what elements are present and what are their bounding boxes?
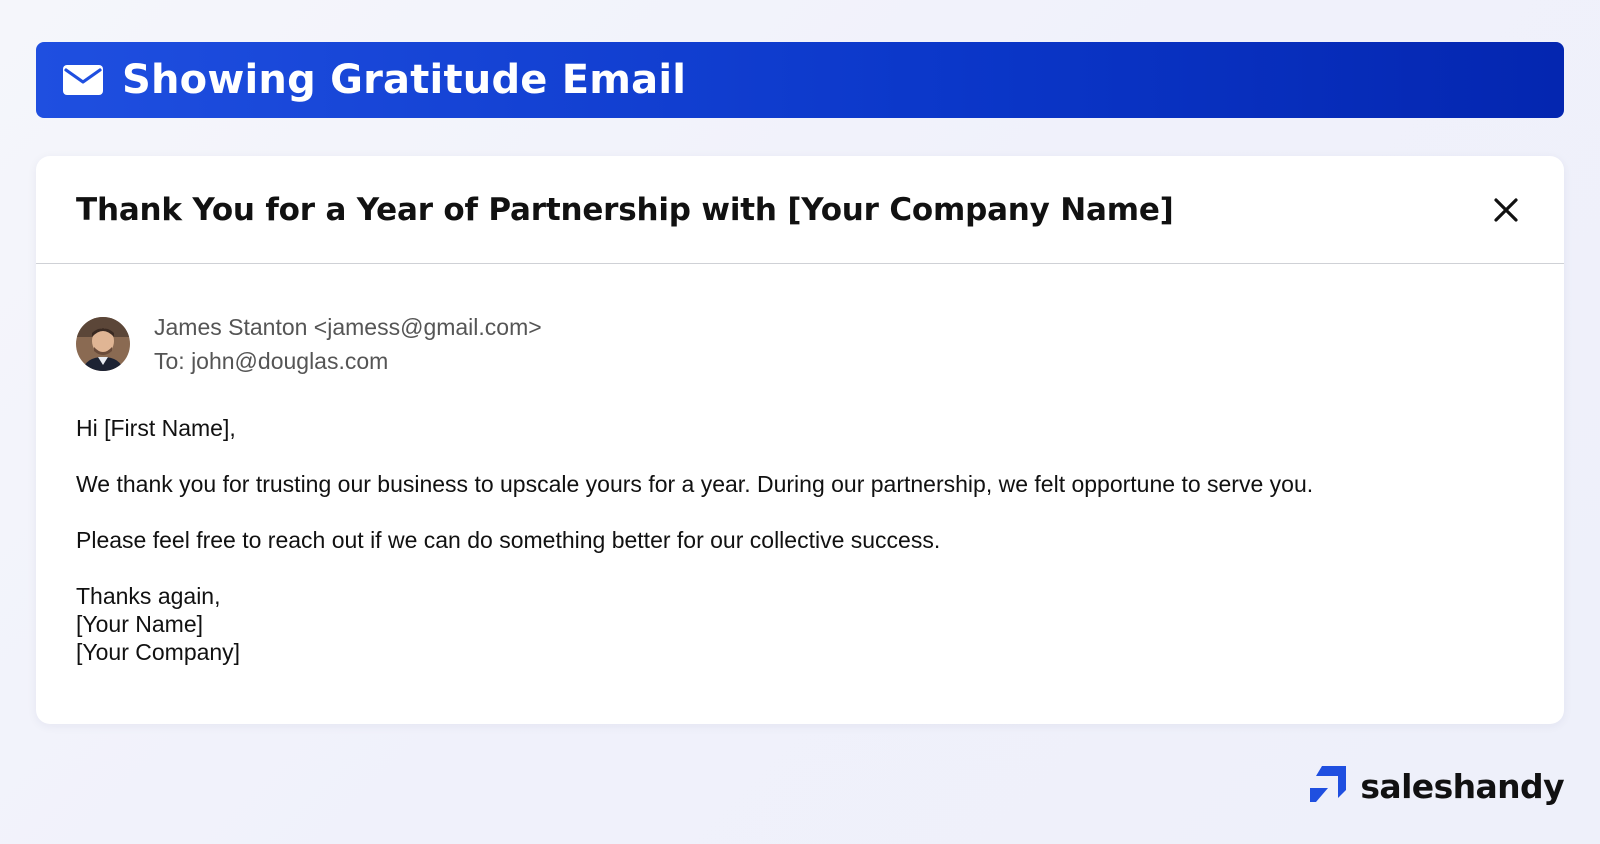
header-banner: Showing Gratitude Email — [36, 42, 1564, 118]
email-paragraph: Please feel free to reach out if we can … — [76, 527, 941, 553]
saleshandy-logo-icon — [1308, 764, 1348, 809]
signoff: Thanks again, — [76, 583, 221, 609]
page-title: Showing Gratitude Email — [122, 57, 687, 103]
email-paragraph: We thank you for trusting our business t… — [76, 471, 1314, 497]
brand-logo: saleshandy — [1308, 764, 1565, 809]
close-icon[interactable] — [1488, 192, 1524, 228]
avatar — [76, 317, 130, 371]
sender-info: James Stanton <jamess@gmail.com> To: joh… — [154, 310, 542, 378]
email-header: Thank You for a Year of Partnership with… — [36, 156, 1564, 264]
email-subject: Thank You for a Year of Partnership with… — [76, 191, 1174, 228]
mail-icon — [62, 64, 104, 96]
sender-address: James Stanton <jamess@gmail.com> — [154, 314, 542, 340]
email-signature: Thanks again, [Your Name] [Your Company] — [76, 582, 1524, 666]
sender-row: James Stanton <jamess@gmail.com> To: joh… — [36, 264, 1564, 378]
brand-name: saleshandy — [1360, 767, 1564, 806]
email-greeting: Hi [First Name], — [76, 415, 236, 441]
signature-name: [Your Name] — [76, 611, 203, 637]
email-body: Hi [First Name], We thank you for trusti… — [36, 378, 1564, 666]
signature-company: [Your Company] — [76, 639, 241, 665]
recipient-address: To: john@douglas.com — [154, 348, 389, 374]
email-card: Thank You for a Year of Partnership with… — [36, 156, 1564, 724]
